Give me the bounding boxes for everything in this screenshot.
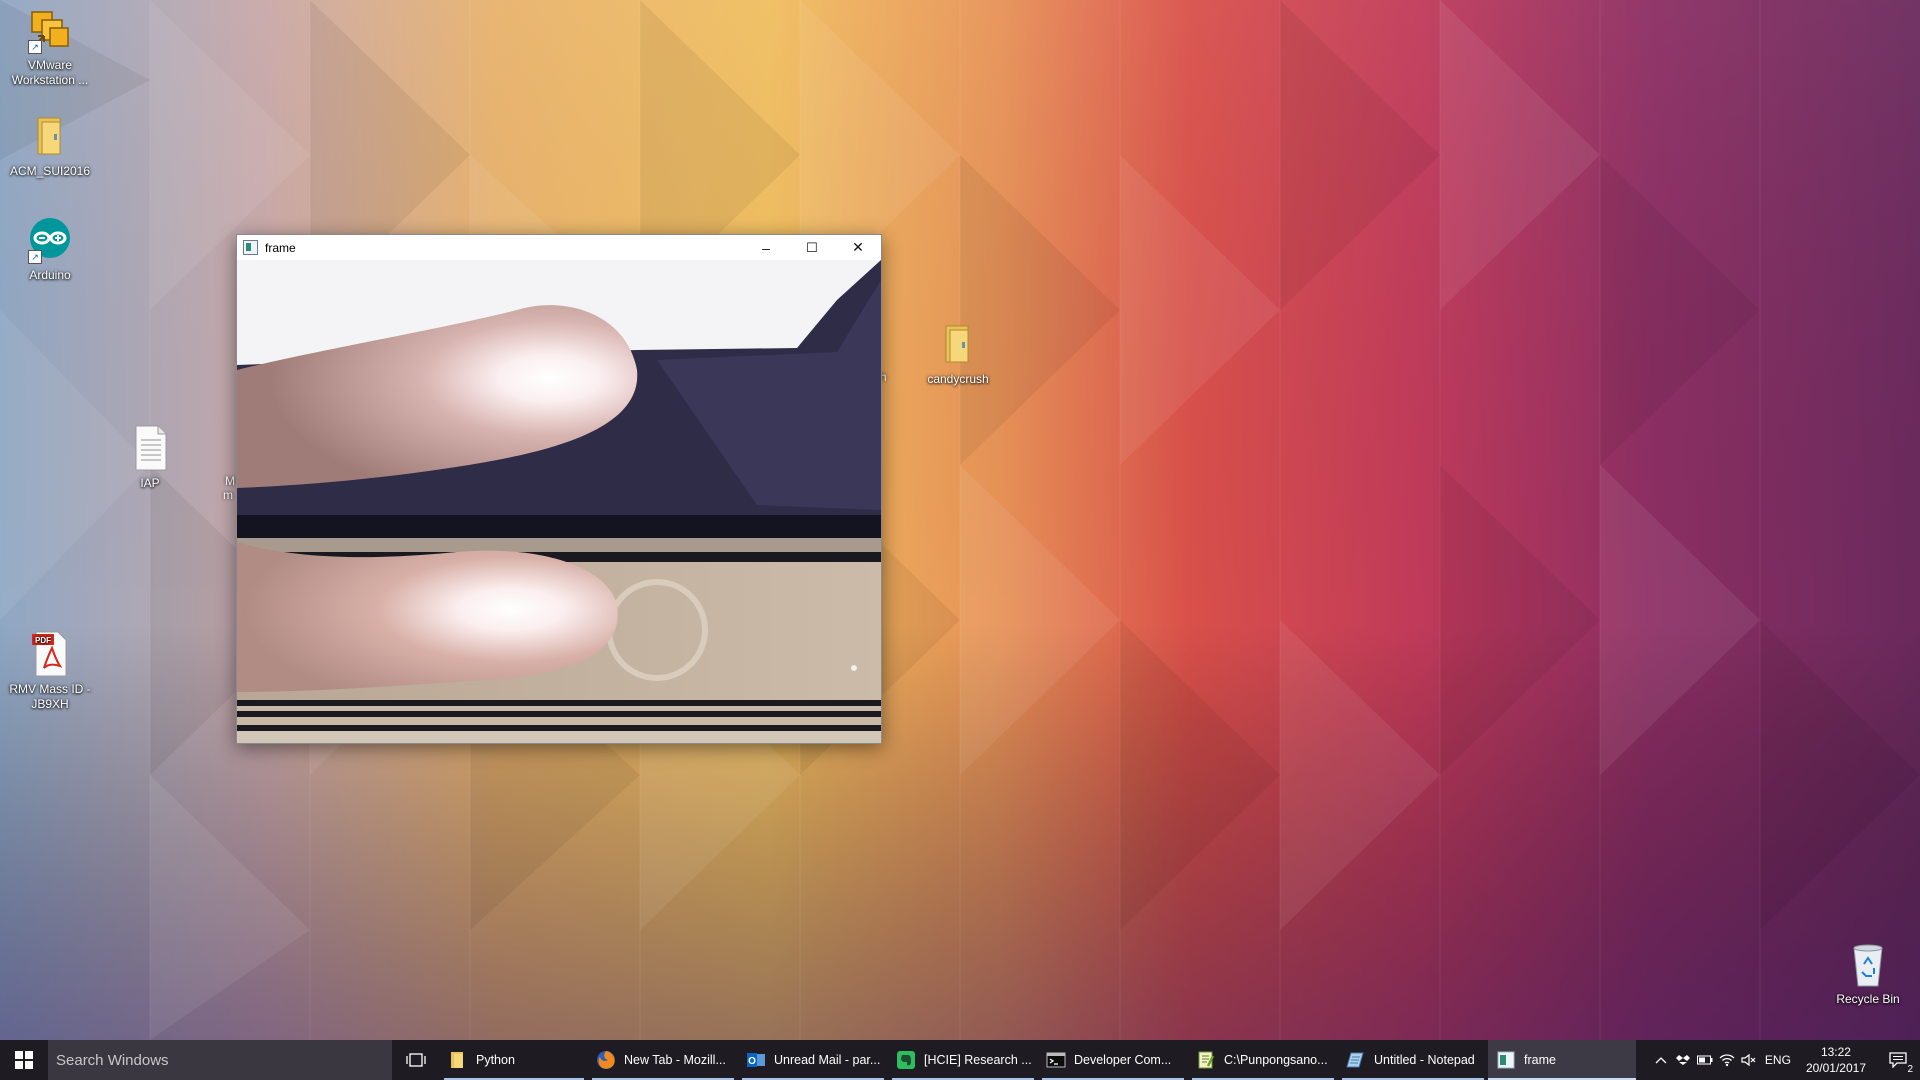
- wifi-icon[interactable]: [1716, 1040, 1738, 1080]
- taskbar-item-notepad[interactable]: Untitled - Notepad: [1338, 1040, 1488, 1080]
- taskbar-item-python[interactable]: Python: [440, 1040, 588, 1080]
- opencv-window-icon: [243, 240, 258, 255]
- show-hidden-icons-chevron-up-icon[interactable]: [1650, 1040, 1672, 1080]
- svg-text:PDF: PDF: [35, 636, 51, 645]
- windows-logo-icon: [15, 1051, 33, 1069]
- folder-icon: [26, 112, 74, 160]
- close-button[interactable]: ✕: [835, 235, 881, 260]
- desktop-icon-recycle-bin[interactable]: Recycle Bin: [1818, 940, 1918, 1007]
- desktop-icon-acm-sui2016[interactable]: ACM_SUI2016: [0, 112, 100, 179]
- desktop-icon-label: Recycle Bin: [1836, 992, 1900, 1006]
- task-view-button[interactable]: [392, 1040, 440, 1080]
- taskbar-item-label: Unread Mail - par...: [774, 1053, 881, 1067]
- taskbar-item-label: Untitled - Notepad: [1374, 1053, 1475, 1067]
- notepadpp-icon: [1198, 1051, 1215, 1069]
- hidden-icon-label-fragment: m: [223, 488, 233, 502]
- desktop-icon-label: ACM_SUI2016: [9, 164, 91, 178]
- volume-muted-icon[interactable]: [1738, 1040, 1760, 1080]
- taskbar-item-label: C:\Punpongsano...: [1224, 1053, 1328, 1067]
- system-tray: ENG 13:22 20/01/2017 2: [1650, 1040, 1920, 1080]
- minimize-button[interactable]: –: [743, 235, 789, 260]
- clock-date: 20/01/2017: [1805, 1061, 1866, 1075]
- shortcut-arrow-icon: ↗: [28, 250, 42, 264]
- desktop-icon-vmware[interactable]: ↗ VMware Workstation ...: [0, 6, 100, 88]
- camera-frame-image: [237, 260, 881, 743]
- outlook-icon: O: [747, 1053, 765, 1067]
- desktop-icon-label: Arduino: [29, 268, 71, 282]
- taskbar-item-firefox[interactable]: New Tab - Mozill...: [588, 1040, 738, 1080]
- taskbar-item-developer-command-prompt[interactable]: Developer Com...: [1038, 1040, 1188, 1080]
- frame-window[interactable]: frame – ☐ ✕: [236, 234, 882, 744]
- text-file-icon: [126, 424, 174, 472]
- window-title: frame: [265, 240, 296, 255]
- notepad-icon: [1346, 1052, 1364, 1068]
- desktop-icon-label: RMV Mass ID - JB9XH: [9, 682, 91, 711]
- input-language-indicator[interactable]: ENG: [1760, 1040, 1796, 1080]
- taskbar-item-label: New Tab - Mozill...: [624, 1053, 726, 1067]
- maximize-button[interactable]: ☐: [789, 235, 835, 260]
- desktop-icon-iap[interactable]: IAP: [100, 424, 200, 491]
- action-center-button[interactable]: 2: [1876, 1040, 1920, 1080]
- taskbar-item-frame[interactable]: frame: [1488, 1040, 1636, 1080]
- start-button[interactable]: [0, 1040, 48, 1080]
- desktop-icon-label: VMware Workstation ...: [11, 58, 89, 87]
- taskbar-item-label: frame: [1524, 1053, 1556, 1067]
- taskbar-item-label: Developer Com...: [1074, 1053, 1172, 1067]
- battery-icon[interactable]: [1694, 1040, 1716, 1080]
- evernote-icon: [897, 1051, 915, 1069]
- desktop-icon-label: IAP: [140, 476, 160, 490]
- hidden-icon-label-fragment: M: [225, 474, 235, 488]
- task-view-icon: [406, 1053, 426, 1067]
- clock[interactable]: 13:22 20/01/2017: [1796, 1044, 1876, 1076]
- pdf-icon: PDF: [26, 630, 74, 678]
- taskbar: Search Windows Python New Tab - Mozill..…: [0, 1040, 1920, 1080]
- svg-text:O: O: [748, 1056, 756, 1067]
- arduino-icon: ↗: [26, 216, 74, 264]
- desktop-icon-label: candycrush: [927, 372, 989, 386]
- window-titlebar[interactable]: frame – ☐ ✕: [237, 235, 881, 260]
- desktop-icon-rmv-mass-id[interactable]: PDF RMV Mass ID - JB9XH: [0, 630, 100, 712]
- search-placeholder: Search Windows: [56, 1051, 169, 1069]
- taskbar-item-label: [HCIE] Research ...: [924, 1053, 1032, 1067]
- vmware-icon: ↗: [26, 6, 74, 54]
- folder-icon: [451, 1052, 463, 1068]
- firefox-icon: [597, 1051, 615, 1069]
- taskbar-item-evernote[interactable]: [HCIE] Research ...: [888, 1040, 1038, 1080]
- taskbar-item-label: Python: [476, 1053, 515, 1067]
- dropbox-icon[interactable]: [1672, 1040, 1694, 1080]
- recycle-bin-icon: [1844, 940, 1892, 988]
- notification-icon: [1889, 1052, 1907, 1068]
- desktop-icon-candycrush[interactable]: candycrush: [908, 320, 1008, 387]
- notification-count-badge: 2: [1906, 1064, 1914, 1075]
- search-input[interactable]: Search Windows: [48, 1040, 392, 1080]
- taskbar-item-outlook[interactable]: O Unread Mail - par...: [738, 1040, 888, 1080]
- command-prompt-icon: [1046, 1052, 1066, 1068]
- opencv-window-icon: [1497, 1051, 1515, 1069]
- clock-time: 13:22: [1820, 1045, 1851, 1059]
- shortcut-arrow-icon: ↗: [28, 40, 42, 54]
- folder-icon: [934, 320, 982, 368]
- taskbar-item-notepadpp[interactable]: C:\Punpongsano...: [1188, 1040, 1338, 1080]
- desktop-icon-arduino[interactable]: ↗ Arduino: [0, 216, 100, 283]
